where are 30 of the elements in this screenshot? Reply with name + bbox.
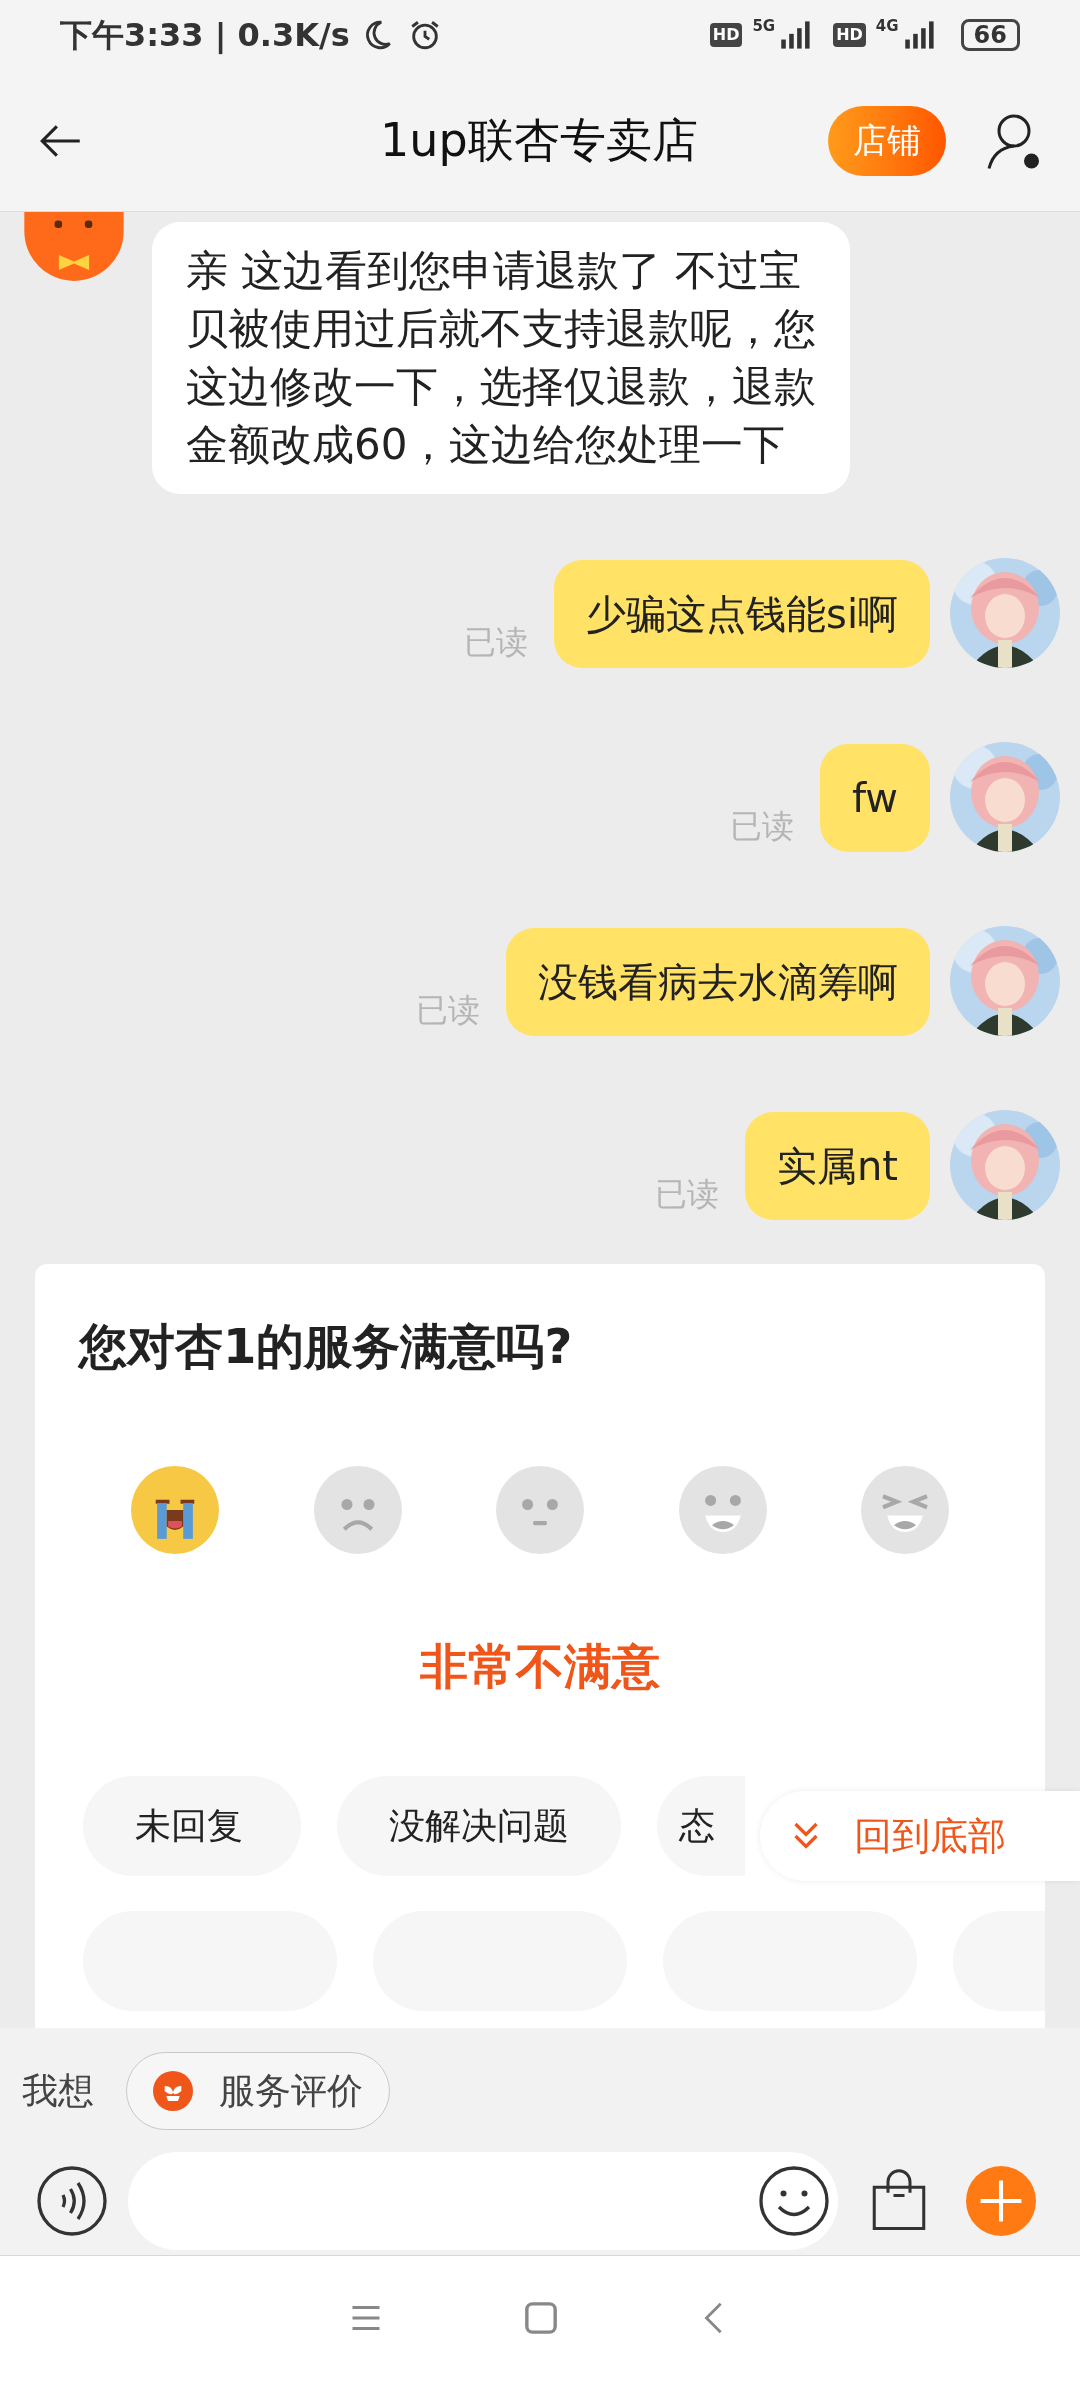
hd-badge: HD	[709, 23, 743, 47]
message-bubble: 实属nt	[744, 1112, 930, 1220]
angry-face-icon[interactable]	[313, 1466, 402, 1554]
crying-face-icon[interactable]	[131, 1466, 219, 1554]
home-square-icon[interactable]	[524, 2301, 558, 2335]
flower-icon	[153, 2071, 193, 2111]
status-time: 下午3:33 | 0.3K/s	[60, 15, 350, 56]
feedback-tag[interactable]: 没解决问题	[337, 1776, 621, 1876]
rating-result: 非常不满意	[419, 1637, 661, 1696]
rating-question: 您对杏1的服务满意吗?	[79, 1317, 574, 1376]
network-type: 5G	[752, 15, 776, 37]
neutral-face-icon[interactable]	[496, 1466, 584, 1554]
laugh-face-icon[interactable]	[861, 1466, 949, 1554]
voice-icon[interactable]	[36, 2165, 108, 2237]
feedback-tag[interactable]: 未回复	[83, 1776, 301, 1876]
message-bubble: 少骗这点钱能si啊	[554, 560, 930, 668]
signal-icon	[902, 21, 937, 49]
service-review-chip[interactable]: 服务评价	[126, 2052, 390, 2130]
message-bubble: fw	[819, 744, 930, 852]
emoji-icon[interactable]	[758, 2165, 830, 2237]
feedback-tag[interactable]: 态	[657, 1776, 745, 1876]
quick-bar-label: 我想	[22, 2069, 94, 2113]
message-bubble: 亲 这边看到您申请退款了 不过宝贝被使用过后就不支持退款呢，您这边修改一下，选择仅退款，退款金额改成60，这边给您处理一下	[152, 222, 850, 494]
smile-face-icon[interactable]	[678, 1466, 767, 1554]
plus-button-icon[interactable]	[966, 2166, 1036, 2236]
battery-indicator: 66	[960, 19, 1020, 51]
network-type: 4G	[875, 15, 899, 37]
hd-badge: HD	[833, 23, 866, 47]
chat-title: 1up联杏专卖店	[380, 112, 698, 169]
message-bubble: 没钱看病去水滴筹啊	[506, 928, 930, 1036]
